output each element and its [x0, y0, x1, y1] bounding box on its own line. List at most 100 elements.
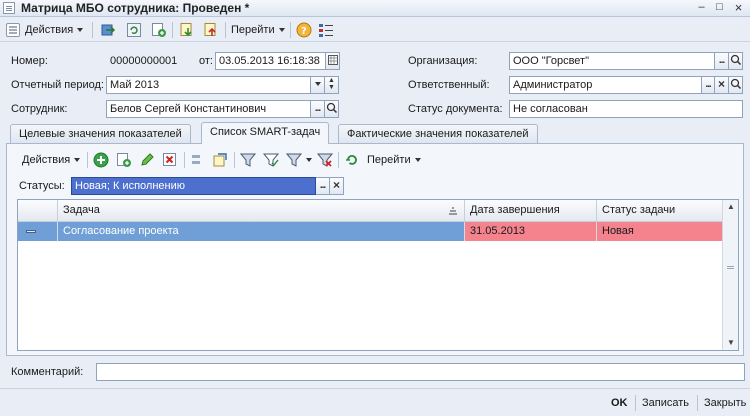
fill-icon	[213, 153, 227, 167]
add-icon	[93, 152, 109, 168]
document-icon	[3, 2, 15, 14]
cell-task[interactable]: Согласование проекта	[58, 222, 465, 241]
help-button[interactable]: ?	[296, 21, 312, 39]
close-window-button[interactable]: ×	[731, 1, 746, 15]
comment-label: Комментарий:	[11, 366, 84, 378]
responsible-select-button[interactable]: ...	[701, 76, 715, 94]
responsible-field[interactable]: Администратор	[509, 76, 715, 94]
cell-due-date[interactable]: 31.05.2013	[465, 222, 597, 241]
date-field[interactable]: 03.05.2013 16:18:38	[215, 52, 326, 70]
refresh-icon	[126, 22, 142, 38]
move-row-button[interactable]	[190, 151, 206, 169]
edit-task-button[interactable]	[139, 151, 155, 169]
copy-icon	[117, 153, 131, 167]
employee-search-button[interactable]	[325, 100, 339, 118]
save-post-button[interactable]	[100, 21, 116, 39]
doc-status-field[interactable]: Не согласован	[509, 100, 743, 118]
copy-icon	[151, 22, 167, 38]
period-label: Отчетный период:	[11, 79, 104, 91]
employee-label: Сотрудник:	[11, 103, 68, 115]
fill-button[interactable]	[212, 151, 228, 169]
responsible-clear-button[interactable]: ×	[715, 76, 729, 94]
filter-history-button[interactable]	[286, 151, 312, 169]
move-down-button[interactable]	[179, 21, 195, 39]
clear-filter-icon	[317, 153, 333, 167]
responsible-search-button[interactable]	[729, 76, 743, 94]
close-icon: ×	[717, 77, 725, 91]
move-row-icon	[192, 155, 200, 164]
column-header-due-date[interactable]: Дата завершения	[465, 200, 597, 222]
organization-search-button[interactable]	[729, 52, 743, 70]
search-icon	[730, 54, 741, 66]
filter-value-icon	[263, 153, 279, 167]
comment-field[interactable]	[96, 363, 745, 381]
save-post-icon	[100, 22, 116, 38]
delete-icon	[163, 153, 176, 166]
column-header-status[interactable]: Статус задачи	[597, 200, 723, 222]
tab-actual-values[interactable]: Фактические значения показателей	[338, 124, 538, 143]
doc-status-label: Статус документа:	[408, 103, 503, 115]
period-dropdown-button[interactable]	[311, 76, 325, 94]
employee-select-button[interactable]: ...	[311, 100, 325, 118]
responsible-label: Ответственный:	[408, 79, 490, 91]
smart-tasks-table: Задача Дата завершения Статус задачи Сог…	[17, 199, 739, 351]
statuses-clear-button[interactable]: ×	[330, 177, 344, 195]
tab-smart-tasks[interactable]: Список SMART-задач	[201, 122, 330, 144]
bottom-bar: OK Записать Закрыть	[0, 388, 750, 416]
filter-icon	[240, 153, 256, 167]
organization-select-button[interactable]: ...	[715, 52, 729, 70]
employee-field[interactable]: Белов Сергей Константинович	[106, 100, 311, 118]
scroll-down-icon[interactable]: ▼	[723, 336, 739, 350]
refresh-button[interactable]	[126, 21, 142, 39]
help-icon: ?	[296, 22, 312, 38]
calendar-button[interactable]	[326, 52, 340, 70]
move-up-button[interactable]	[203, 21, 219, 39]
svg-text:?: ?	[301, 26, 307, 37]
copy-task-button[interactable]	[116, 151, 132, 169]
scroll-grip-icon	[727, 266, 734, 269]
add-task-button[interactable]	[93, 151, 109, 169]
copy-button[interactable]	[151, 21, 167, 39]
filter-button[interactable]	[240, 151, 256, 169]
row-marker-header	[18, 200, 58, 222]
actions-menu-button[interactable]: Действия	[6, 21, 84, 39]
panel-actions-label: Действия	[22, 154, 71, 166]
chevron-down-icon	[314, 82, 321, 87]
maximize-button[interactable]: □	[712, 1, 727, 15]
number-label: Номер:	[11, 55, 48, 67]
period-stepper[interactable]: ▲ ▼	[325, 76, 339, 94]
period-field[interactable]: Май 2013	[106, 76, 311, 94]
filter-history-icon	[286, 153, 302, 167]
scroll-up-icon[interactable]: ▲	[723, 200, 739, 214]
write-button[interactable]: Записать	[642, 397, 689, 409]
goto-menu-button[interactable]: Перейти	[231, 21, 285, 39]
table-scrollbar[interactable]: ▲ ▼	[722, 200, 738, 350]
statuses-select-button[interactable]: ...	[316, 177, 330, 195]
close-button[interactable]: Закрыть	[704, 397, 746, 409]
row-collapse-icon	[26, 230, 36, 233]
table-row[interactable]: Согласование проекта 31.05.2013 Новая	[18, 222, 723, 241]
filter-by-value-button[interactable]	[263, 151, 279, 169]
structure-icon	[318, 22, 334, 38]
panel-goto-menu-button[interactable]: Перейти	[345, 151, 421, 169]
list-icon	[6, 23, 20, 37]
delete-task-button[interactable]	[162, 151, 178, 169]
tab-target-values[interactable]: Целевые значения показателей	[10, 124, 191, 143]
structure-button[interactable]	[318, 21, 334, 39]
organization-field[interactable]: ООО "Горсвет"	[509, 52, 715, 70]
column-header-task[interactable]: Задача	[58, 200, 465, 222]
minimize-button[interactable]: –	[694, 1, 709, 15]
move-down-icon	[179, 22, 195, 38]
title-bar: Матрица МБО сотрудника: Проведен * – □ ×	[0, 0, 750, 17]
clear-filter-button[interactable]	[317, 151, 333, 169]
main-toolbar: Действия Перейти ?	[0, 18, 750, 42]
panel-actions-menu-button[interactable]: Действия	[22, 151, 81, 169]
search-icon	[730, 78, 741, 90]
close-icon: ×	[332, 178, 340, 192]
ok-button[interactable]: OK	[611, 397, 628, 409]
number-field[interactable]: 00000000001	[106, 52, 192, 70]
cell-status[interactable]: Новая	[597, 222, 723, 241]
organization-label: Организация:	[408, 55, 478, 67]
sort-icon	[449, 207, 457, 215]
statuses-field[interactable]: Новая; К исполнению	[71, 177, 316, 195]
